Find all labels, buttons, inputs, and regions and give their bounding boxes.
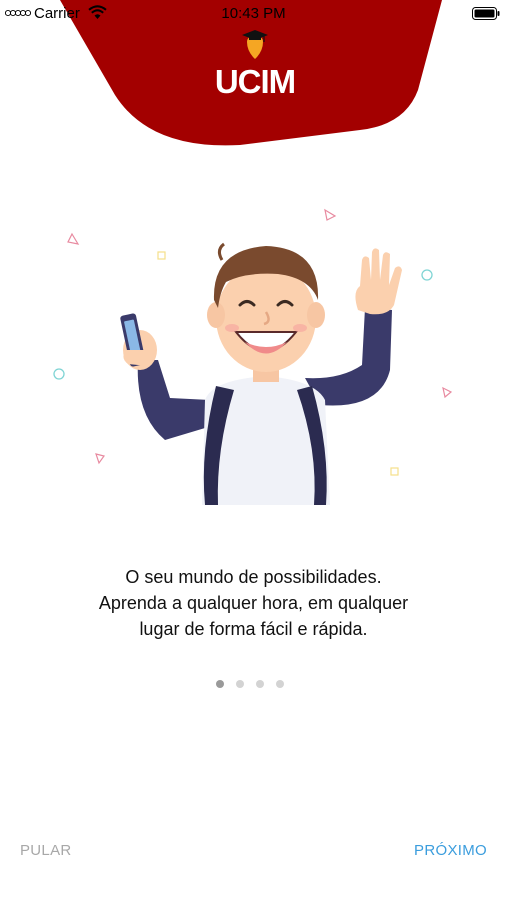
tagline-line-1: O seu mundo de possibilidades.	[125, 567, 382, 587]
page-dot-2[interactable]	[236, 680, 244, 688]
status-time: 10:43 PM	[221, 5, 286, 22]
tagline-line-3: lugar de forma fácil e rápida.	[139, 619, 368, 639]
page-dot-3[interactable]	[256, 680, 264, 688]
skip-button[interactable]: PULAR	[20, 842, 72, 859]
tagline-line-2: Aprenda a qualquer hora, em qualquer	[98, 593, 409, 613]
logo-wordmark: UCIM	[214, 63, 296, 100]
status-bar: Carrier 10:43 PM	[0, 0, 507, 28]
next-button[interactable]: PRÓXIMO	[414, 842, 487, 859]
page-dot-4[interactable]	[276, 680, 284, 688]
page-indicator[interactable]	[216, 680, 284, 690]
page-dot-1[interactable]	[216, 680, 224, 688]
battery-icon	[472, 7, 500, 20]
onboarding-tagline: O seu mundo de possibilidades. Aprenda a…	[0, 564, 507, 642]
waving-student-illustration	[53, 208, 453, 505]
